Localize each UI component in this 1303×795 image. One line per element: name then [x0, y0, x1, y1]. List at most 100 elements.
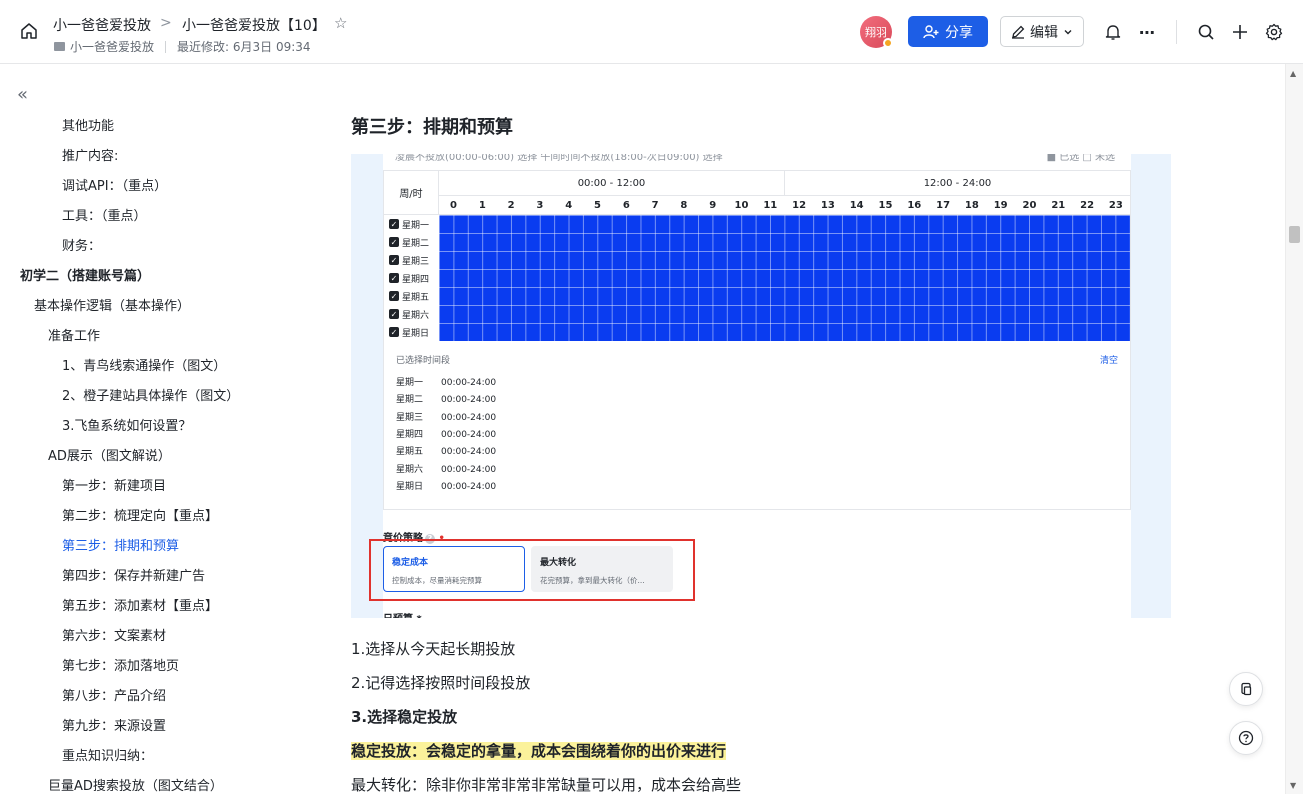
hour-label: 11 [755, 196, 785, 215]
hour-label: 13 [813, 196, 843, 215]
hour-label: 12 [784, 196, 814, 215]
checkbox-icon[interactable]: ✓ [389, 255, 399, 265]
toc-item[interactable]: 第六步：文案素材 [62, 625, 166, 644]
toc-item[interactable]: 巨量AD搜索投放（图文结合） [48, 775, 223, 794]
day-row[interactable]: ✓ 星期四 [384, 269, 439, 287]
screenshot-content: 凌晨不投放(00:00-06:00) 选择 午间时间不投放(18:00-次日09… [369, 154, 1131, 618]
toc-item[interactable]: 第五步：添加素材【重点】 [62, 595, 218, 614]
toc-item[interactable]: 工具：（重点） [62, 205, 147, 224]
doc-title[interactable]: 小一爸爸爱投放【10】 [182, 15, 326, 35]
time-grid[interactable] [439, 215, 1130, 341]
toc-item[interactable]: 1、青鸟线索通操作（图文） [62, 355, 226, 374]
schedule-table: 周/时 00:00 - 12:00 12:00 - 24:00 01234567… [383, 170, 1131, 510]
toc-item[interactable]: 重点知识归纳： [62, 745, 153, 764]
selected-range: 00:00-24:00 [441, 481, 497, 492]
toc-item[interactable]: 2、橙子建站具体操作（图文） [62, 385, 239, 404]
hour-label: 4 [554, 196, 584, 215]
day-row[interactable]: ✓ 星期五 [384, 287, 439, 305]
day-label: 星期日 [402, 328, 430, 339]
help-icon[interactable] [1229, 721, 1263, 755]
status-dot [883, 38, 893, 48]
embedded-screenshot[interactable]: 凌晨不投放(00:00-06:00) 选择 午间时间不投放(18:00-次日09… [351, 154, 1171, 618]
toc-item[interactable]: 第八步：产品介绍 [62, 685, 166, 704]
selected-day: 星期一 [396, 378, 424, 388]
toc-item[interactable]: 3.飞鱼系统如何设置？ [62, 415, 191, 434]
scroll-down-icon[interactable]: ▼ [1290, 781, 1296, 790]
stable-cost-card[interactable]: 稳定成本 控制成本，尽量消耗完预算 [383, 546, 525, 592]
hour-label: 14 [842, 196, 872, 215]
half-pm: 12:00 - 24:00 [785, 171, 1130, 196]
selected-range: 00:00-24:00 [441, 447, 497, 458]
checkbox-icon[interactable]: ✓ [389, 237, 399, 247]
toc-item[interactable]: AD展示（图文解说） [48, 445, 171, 464]
plus-icon[interactable] [1230, 22, 1250, 42]
hour-label: 17 [928, 196, 958, 215]
checkbox-icon[interactable]: ✓ [389, 327, 399, 337]
toc-item[interactable]: 初学二（搭建账号篇） [20, 265, 150, 284]
day-row[interactable]: ✓ 星期一 [384, 215, 439, 233]
half-am: 00:00 - 12:00 [439, 171, 785, 196]
star-icon[interactable]: ☆ [334, 14, 347, 32]
toc-item[interactable]: 推广内容: [62, 145, 118, 164]
copy-icon[interactable] [1229, 672, 1263, 706]
toc-item[interactable]: 调试API：（重点） [62, 175, 167, 194]
toc-item[interactable]: 基本操作逻辑（基本操作） [34, 295, 190, 314]
hour-label: 10 [727, 196, 756, 215]
checkbox-icon[interactable]: ✓ [389, 309, 399, 319]
card-title: 最大转化 [540, 558, 577, 568]
gear-icon[interactable] [1264, 22, 1284, 42]
bell-icon[interactable] [1103, 22, 1123, 42]
collapse-sidebar-icon[interactable]: « [17, 84, 28, 105]
selected-range: 00:00-24:00 [441, 464, 497, 475]
more-icon[interactable]: ⋯ [1137, 22, 1157, 42]
day-row[interactable]: ✓ 星期三 [384, 251, 439, 269]
daily-budget-label: 日预算 * [383, 610, 422, 618]
legend: ■ 已选 □ 未选 [1046, 154, 1115, 163]
card-desc: 花完预算，拿到最大转化（价... [540, 576, 645, 585]
selected-row: 星期五 00:00-24:00 [396, 444, 496, 457]
hour-label: 3 [525, 196, 555, 215]
selected-range: 00:00-24:00 [441, 429, 497, 440]
checkbox-icon[interactable]: ✓ [389, 291, 399, 301]
highlighted-paragraph: 稳定投放：会稳定的拿量，成本会围绕着你的出价来进行 [351, 740, 727, 761]
selected-day: 星期五 [396, 447, 424, 458]
toc-item[interactable]: 其他功能 [62, 115, 114, 134]
edit-label: 编辑 [1030, 24, 1058, 41]
selected-day: 星期日 [396, 481, 424, 492]
doc-meta: 小一爸爸爱投放 最近修改: 6月3日 09:34 [53, 38, 311, 55]
home-icon[interactable] [20, 22, 38, 40]
selected-day: 星期二 [396, 395, 424, 406]
card-title: 稳定成本 [392, 558, 429, 568]
checkbox-icon[interactable]: ✓ [389, 273, 399, 283]
toc-item[interactable]: 第二步：梳理定向【重点】 [62, 505, 218, 524]
toc-item-active[interactable]: 第三步：排期和预算 [62, 535, 179, 554]
toc-item[interactable]: 第一步：新建项目 [62, 475, 166, 494]
breadcrumb-parent[interactable]: 小一爸爸爱投放 [53, 15, 151, 35]
card-desc: 控制成本，尽量消耗完预算 [392, 576, 482, 585]
clear-link[interactable]: 清空 [1100, 353, 1118, 366]
scrollbar[interactable]: ▲ ▼ [1285, 64, 1303, 794]
toc-item[interactable]: 第九步：来源设置 [62, 715, 166, 734]
max-conversion-card[interactable]: 最大转化 花完预算，拿到最大转化（价... [531, 546, 673, 592]
chevron-down-icon [1064, 29, 1072, 34]
corner-label: 周/时 [384, 171, 439, 215]
toc-item[interactable]: 财务： [62, 235, 101, 254]
day-row[interactable]: ✓ 星期日 [384, 323, 439, 341]
toc-item[interactable]: 第四步：保存并新建广告 [62, 565, 205, 584]
add-user-icon [923, 24, 939, 38]
checkbox-icon[interactable]: ✓ [389, 219, 399, 229]
toc-item[interactable]: 第七步：添加落地页 [62, 655, 179, 674]
day-label: 星期五 [402, 292, 430, 303]
selected-row: 星期六 00:00-24:00 [396, 462, 496, 475]
day-row[interactable]: ✓ 星期六 [384, 305, 439, 323]
scroll-up-icon[interactable]: ▲ [1290, 69, 1296, 78]
share-button[interactable]: 分享 [908, 16, 988, 47]
scrollbar-thumb[interactable] [1289, 226, 1300, 243]
edit-button[interactable]: 编辑 [1000, 16, 1084, 47]
toc-item[interactable]: 准备工作 [48, 325, 100, 344]
paragraph: 最大转化：除非你非常非常非常缺量可以用，成本会给高些 [351, 776, 742, 794]
search-icon[interactable] [1196, 22, 1216, 42]
day-row[interactable]: ✓ 星期二 [384, 233, 439, 251]
hour-label: 15 [871, 196, 900, 215]
doc-location[interactable]: 小一爸爸爱投放 [70, 38, 154, 55]
